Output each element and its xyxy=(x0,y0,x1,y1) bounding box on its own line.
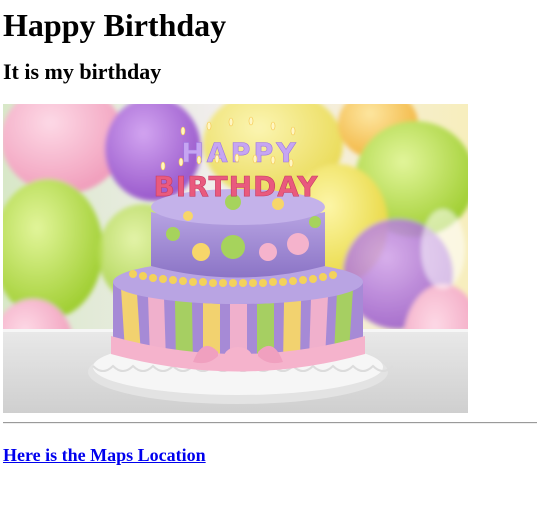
page-title: Happy Birthday xyxy=(3,7,227,43)
page-subtitle: It is my birthday xyxy=(3,59,162,84)
svg-text:HAPPY: HAPPY xyxy=(181,138,299,169)
svg-text:BIRTHDAY: BIRTHDAY xyxy=(153,170,318,203)
birthday-cake-image: HAPPY BIRTHDAY xyxy=(3,104,468,413)
candle-topper-happy: HAPPY xyxy=(181,138,299,170)
maps-location-link[interactable]: Here is the Maps Location xyxy=(3,445,206,465)
page: Happy Birthday It is my birthday HAPPY B… xyxy=(0,0,537,518)
candle-topper-birthday: BIRTHDAY xyxy=(153,170,318,204)
maps-location-heading: Here is the Maps Location xyxy=(3,424,537,466)
